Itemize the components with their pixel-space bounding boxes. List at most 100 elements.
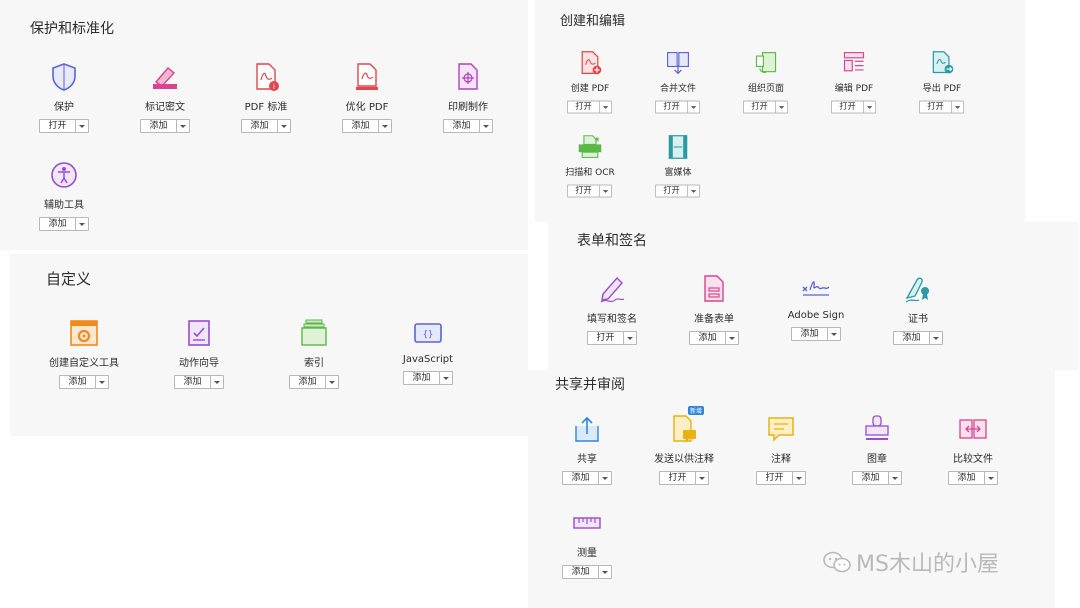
- section-title-create: 创建和编辑: [560, 14, 626, 29]
- tool-label: 合并文件: [659, 84, 696, 94]
- chevron-down-icon[interactable]: [791, 472, 805, 484]
- chevron-down-icon[interactable]: [438, 372, 452, 384]
- add-button[interactable]: 添加: [791, 327, 841, 341]
- tool-index[interactable]: 索引 添加: [264, 318, 364, 389]
- chevron-down-icon[interactable]: [377, 120, 391, 132]
- add-button[interactable]: 添加: [342, 119, 392, 133]
- tool-measure[interactable]: 测量 添加: [537, 508, 637, 579]
- tool-comment[interactable]: 注释 打开: [731, 414, 831, 485]
- shield-icon: [52, 63, 76, 91]
- chevron-down-icon[interactable]: [599, 185, 612, 197]
- accessibility-icon: [51, 162, 77, 188]
- chevron-down-icon[interactable]: [687, 185, 700, 197]
- open-button[interactable]: 打开: [831, 100, 877, 114]
- chevron-down-icon[interactable]: [687, 101, 700, 113]
- add-button[interactable]: 添加: [948, 471, 998, 485]
- add-button[interactable]: 添加: [562, 471, 612, 485]
- tool-custom-tool[interactable]: 创建自定义工具 添加: [34, 318, 134, 389]
- chevron-down-icon[interactable]: [276, 120, 290, 132]
- chevron-down-icon[interactable]: [597, 566, 611, 578]
- tool-export-pdf[interactable]: 导出 PDF 打开: [892, 50, 992, 114]
- tool-adobe-sign[interactable]: Adobe Sign 添加: [766, 274, 866, 341]
- chevron-down-icon[interactable]: [599, 101, 612, 113]
- add-button[interactable]: 添加: [140, 119, 190, 133]
- send-for-comments-icon: [673, 415, 696, 443]
- chevron-down-icon[interactable]: [209, 376, 223, 388]
- chevron-down-icon[interactable]: [724, 332, 738, 344]
- add-button[interactable]: 添加: [403, 371, 453, 385]
- tool-prepare-form[interactable]: 准备表单 添加: [664, 274, 764, 345]
- print-production-icon: [458, 63, 478, 90]
- tool-edit-pdf[interactable]: 编辑 PDF 打开: [804, 50, 904, 114]
- chevron-down-icon[interactable]: [175, 120, 189, 132]
- tool-label: 编辑 PDF: [834, 84, 874, 94]
- chevron-down-icon[interactable]: [775, 101, 788, 113]
- chevron-down-icon[interactable]: [597, 472, 611, 484]
- open-button[interactable]: 打开: [919, 100, 965, 114]
- add-button[interactable]: 添加: [59, 375, 109, 389]
- open-button[interactable]: 打开: [655, 184, 701, 198]
- tool-share[interactable]: 共享 添加: [537, 414, 637, 485]
- tool-fill-sign[interactable]: 填写和签名 打开: [562, 274, 662, 345]
- chevron-down-icon[interactable]: [951, 101, 964, 113]
- organize-pages-icon: [755, 52, 777, 74]
- chevron-down-icon[interactable]: [324, 376, 338, 388]
- tool-protect[interactable]: 保护 打开: [14, 62, 114, 133]
- section-title-protect: 保护和标准化: [30, 21, 114, 37]
- tool-accessibility[interactable]: 辅助工具 添加: [14, 160, 114, 231]
- tool-label: 填写和签名: [587, 314, 637, 325]
- tool-create-pdf[interactable]: 创建 PDF 打开: [540, 50, 640, 114]
- chevron-down-icon[interactable]: [94, 376, 108, 388]
- open-button[interactable]: 打开: [655, 100, 701, 114]
- add-button[interactable]: 添加: [39, 217, 89, 231]
- open-button[interactable]: 打开: [567, 100, 613, 114]
- add-button[interactable]: 添加: [689, 331, 739, 345]
- chevron-down-icon[interactable]: [928, 332, 942, 344]
- tool-label: PDF 标准: [244, 102, 288, 113]
- tool-print-production[interactable]: 印刷制作 添加: [418, 62, 518, 133]
- open-button[interactable]: 打开: [39, 119, 89, 133]
- chevron-down-icon[interactable]: [478, 120, 492, 132]
- tool-label: JavaScript: [402, 354, 454, 365]
- tool-action-wizard[interactable]: 动作向导 添加: [149, 318, 249, 389]
- chevron-down-icon[interactable]: [983, 472, 997, 484]
- tool-pdf-standards[interactable]: i PDF 标准 添加: [216, 62, 316, 133]
- open-button[interactable]: 打开: [567, 184, 613, 198]
- chevron-down-icon[interactable]: [74, 218, 88, 230]
- add-button[interactable]: 添加: [852, 471, 902, 485]
- tool-javascript[interactable]: {} JavaScript 添加: [378, 318, 478, 385]
- svg-text:i: i: [273, 83, 275, 91]
- add-button[interactable]: 添加: [443, 119, 493, 133]
- export-pdf-icon: [932, 51, 954, 74]
- chevron-down-icon[interactable]: [826, 328, 840, 340]
- add-button[interactable]: 添加: [562, 565, 612, 579]
- tool-label: 测量: [577, 548, 597, 559]
- open-button[interactable]: 打开: [756, 471, 806, 485]
- chevron-down-icon[interactable]: [887, 472, 901, 484]
- tool-rich-media[interactable]: 富媒体 打开: [628, 134, 728, 198]
- chevron-down-icon[interactable]: [863, 101, 876, 113]
- chevron-down-icon[interactable]: [74, 120, 88, 132]
- add-button[interactable]: 添加: [893, 331, 943, 345]
- open-button[interactable]: 打开: [587, 331, 637, 345]
- new-badge: 新增: [688, 406, 705, 415]
- open-button[interactable]: 打开: [659, 471, 709, 485]
- tool-send-for-comments[interactable]: 新增 发送以供注释 打开: [634, 406, 734, 485]
- tool-compare-files[interactable]: 比较文件 添加: [923, 414, 1023, 485]
- tool-label: 图章: [867, 454, 887, 465]
- chevron-down-icon[interactable]: [622, 332, 636, 344]
- tool-combine-files[interactable]: 合并文件 打开: [628, 50, 728, 114]
- open-button[interactable]: 打开: [743, 100, 789, 114]
- tool-certificate[interactable]: 证书 添加: [868, 274, 968, 345]
- section-title-share: 共享并审阅: [555, 377, 625, 393]
- chevron-down-icon[interactable]: [694, 472, 708, 484]
- tool-organize-pages[interactable]: 组织页面 打开: [716, 50, 816, 114]
- add-button[interactable]: 添加: [289, 375, 339, 389]
- tool-optimize-pdf[interactable]: 优化 PDF 添加: [317, 62, 417, 133]
- tool-redact[interactable]: 标记密文 添加: [115, 62, 215, 133]
- tool-scan-ocr[interactable]: 扫描和 OCR 打开: [540, 134, 640, 198]
- tool-stamp[interactable]: 图章 添加: [827, 414, 927, 485]
- add-button[interactable]: 添加: [241, 119, 291, 133]
- prepare-form-icon: [704, 275, 724, 302]
- add-button[interactable]: 添加: [174, 375, 224, 389]
